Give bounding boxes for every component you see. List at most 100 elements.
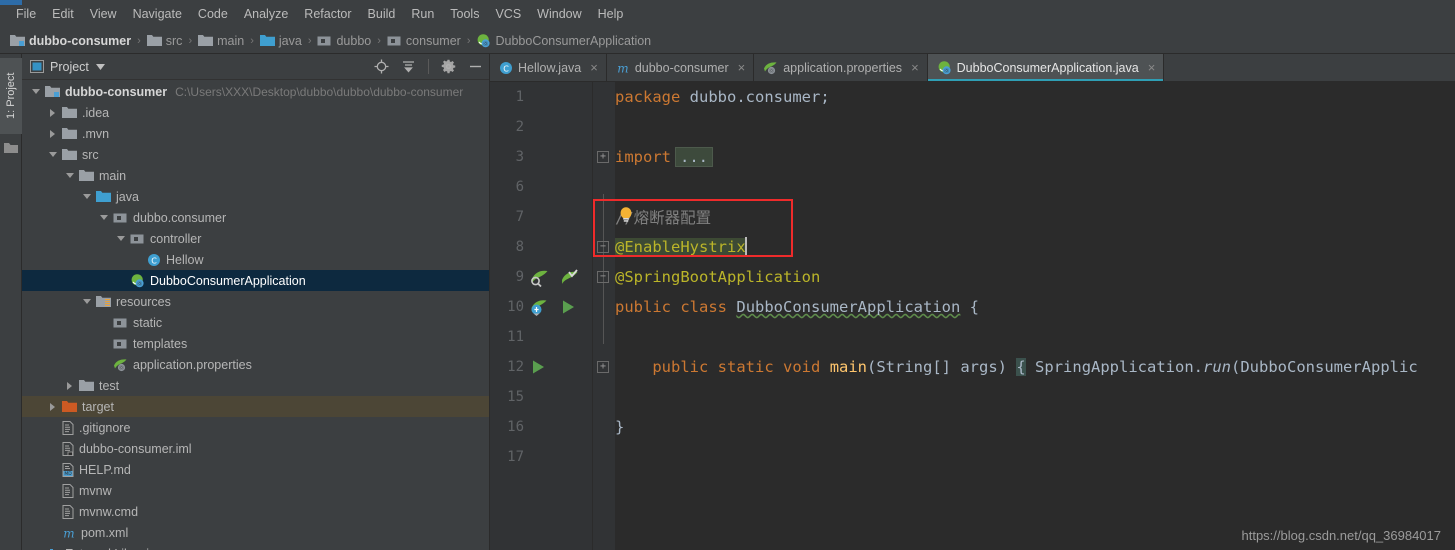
tree-node-controller[interactable]: controller — [22, 228, 489, 249]
tree-node-mvnw-cmd[interactable]: mvnw.cmd — [22, 501, 489, 522]
menu-item-view[interactable]: View — [82, 4, 125, 24]
menu-item-file[interactable]: File — [8, 4, 44, 24]
intention-bulb-icon[interactable] — [618, 206, 634, 228]
tree-node-target[interactable]: target — [22, 396, 489, 417]
code-line-6-blank[interactable] — [593, 172, 1455, 202]
tool-window-tab-project[interactable]: 1: Project — [0, 58, 22, 134]
tree-node-help-md[interactable]: MD HELP.md — [22, 459, 489, 480]
chevron-down-icon[interactable] — [115, 232, 128, 245]
gutter-row-2[interactable]: 2 — [490, 112, 592, 142]
breadcrumb-item-consumer[interactable]: consumer — [385, 34, 463, 48]
close-icon[interactable]: × — [590, 60, 598, 75]
gutter-row-11[interactable]: 11 — [490, 322, 592, 352]
editor-tab-application-properties[interactable]: ⓪ application.properties × — [754, 54, 928, 81]
run-arrow-icon[interactable] — [530, 358, 547, 381]
close-icon[interactable]: × — [738, 60, 746, 75]
gutter-row-10[interactable]: 10 — [490, 292, 592, 322]
gutter-row-3[interactable]: 3 — [490, 142, 592, 172]
close-icon[interactable]: × — [911, 60, 919, 75]
menu-item-vcs[interactable]: VCS — [487, 4, 529, 24]
folder-icon[interactable] — [4, 142, 18, 154]
gutter-row-1[interactable]: 1 — [490, 82, 592, 112]
menu-item-code[interactable]: Code — [190, 4, 236, 24]
gutter-row-7[interactable]: 7 — [490, 202, 592, 232]
tree-node-test[interactable]: test — [22, 375, 489, 396]
tree-node-application-properties[interactable]: ⓪ application.properties — [22, 354, 489, 375]
code-line-17-blank[interactable] — [593, 442, 1455, 472]
tree-node--idea[interactable]: .idea — [22, 102, 489, 123]
tree-node-java[interactable]: java — [22, 186, 489, 207]
minimize-icon[interactable] — [468, 59, 483, 74]
tree-node-dubbo-consumer[interactable]: dubbo.consumer — [22, 207, 489, 228]
run-arrow-icon[interactable] — [560, 298, 577, 321]
chevron-down-icon[interactable] — [30, 85, 43, 98]
tree-node-hellow[interactable]: C Hellow — [22, 249, 489, 270]
code-line-2-blank[interactable] — [593, 112, 1455, 142]
chevron-down-icon[interactable] — [64, 169, 77, 182]
tree-node-src[interactable]: src — [22, 144, 489, 165]
spring-config-icon[interactable] — [530, 298, 549, 322]
tree-node--mvn[interactable]: .mvn — [22, 123, 489, 144]
gutter-row-6[interactable]: 6 — [490, 172, 592, 202]
breadcrumb-item-java[interactable]: java — [258, 34, 304, 48]
menu-item-navigate[interactable]: Navigate — [125, 4, 190, 24]
menu-item-refactor[interactable]: Refactor — [296, 4, 359, 24]
editor-tab-dubboconsumerapplication-java[interactable]: ⓪ DubboConsumerApplication.java × — [927, 54, 1165, 81]
menu-item-edit[interactable]: Edit — [44, 4, 82, 24]
chevron-down-icon[interactable] — [95, 63, 105, 70]
chevron-down-icon[interactable] — [81, 190, 94, 203]
gutter-row-9[interactable]: 9 — [490, 262, 592, 292]
code-line-3-import[interactable]: + import ... — [593, 142, 1455, 172]
tree-node-pom-xml[interactable]: m pom.xml — [22, 522, 489, 543]
menu-item-tools[interactable]: Tools — [442, 4, 487, 24]
menu-item-build[interactable]: Build — [360, 4, 404, 24]
gutter-row-16[interactable]: 16 — [490, 412, 592, 442]
spring-bean-check-icon[interactable] — [560, 268, 579, 292]
tree-node-dubboconsumerapplication[interactable]: ⓪ DubboConsumerApplication — [22, 270, 489, 291]
chevron-down-icon[interactable] — [81, 295, 94, 308]
menu-item-analyze[interactable]: Analyze — [236, 4, 296, 24]
menu-item-help[interactable]: Help — [590, 4, 632, 24]
editor-tab-dubbo-consumer[interactable]: m dubbo-consumer × — [607, 54, 755, 81]
collapse-all-icon[interactable] — [401, 59, 416, 74]
chevron-down-icon[interactable] — [98, 211, 111, 224]
code-line-15-blank[interactable] — [593, 382, 1455, 412]
code-line-1[interactable]: package dubbo. consumer; — [593, 82, 1455, 112]
chevron-right-icon[interactable] — [64, 379, 77, 392]
breadcrumb-item-main[interactable]: main — [196, 34, 246, 48]
breadcrumb-item-src[interactable]: src — [145, 34, 185, 48]
gutter-row-17[interactable]: 17 — [490, 442, 592, 472]
gutter-row-8[interactable]: 8 — [490, 232, 592, 262]
code-line-9-annotation[interactable]: − @SpringBootApplication — [593, 262, 1455, 292]
menu-item-run[interactable]: Run — [403, 4, 442, 24]
breadcrumb-item-dubbo-consumer[interactable]: dubbo-consumer — [8, 34, 133, 48]
tree-node-templates[interactable]: templates — [22, 333, 489, 354]
fold-collapse-icon[interactable]: − — [597, 241, 609, 253]
gear-icon[interactable] — [441, 59, 456, 74]
tree-node-resources[interactable]: resources — [22, 291, 489, 312]
editor-gutter[interactable]: 1 2 3 6 7 8 9 10 11 12 15 16 17 — [490, 82, 592, 550]
folded-imports-placeholder[interactable]: ... — [675, 147, 713, 167]
editor-tab-hellow-java[interactable]: C Hellow.java × — [490, 54, 607, 81]
tree-node-dubbo-consumer-iml[interactable]: dubbo-consumer.iml — [22, 438, 489, 459]
tree-node-mvnw[interactable]: mvnw — [22, 480, 489, 501]
code-line-10-class-decl[interactable]: public class DubboConsumerApplication { — [593, 292, 1455, 322]
spring-bean-search-icon[interactable] — [530, 268, 549, 292]
tree-node--gitignore[interactable]: .gitignore — [22, 417, 489, 438]
fold-expand-icon-main[interactable]: + — [597, 361, 609, 373]
tree-node-main[interactable]: main — [22, 165, 489, 186]
breadcrumb-item-dubbo[interactable]: dubbo — [315, 34, 373, 48]
code-line-16-close-brace[interactable]: } — [593, 412, 1455, 442]
project-tree[interactable]: dubbo-consumer C:\Users\XXX\Desktop\dubbo… — [22, 80, 489, 550]
fold-expand-icon[interactable]: + — [597, 151, 609, 163]
tree-node-dubbo-consumer[interactable]: dubbo-consumer C:\Users\XXX\Desktop\dubbo… — [22, 81, 489, 102]
gutter-row-12[interactable]: 12 — [490, 352, 592, 382]
locate-icon[interactable] — [374, 59, 389, 74]
chevron-right-icon[interactable] — [47, 106, 60, 119]
close-icon[interactable]: × — [1148, 60, 1156, 75]
code-line-12-main-method[interactable]: + public static void main (String[] args)… — [593, 352, 1455, 382]
chevron-right-icon[interactable] — [47, 400, 60, 413]
tree-node-external-libraries[interactable]: External Libraries — [22, 543, 489, 550]
fold-collapse-icon-2[interactable]: − — [597, 271, 609, 283]
chevron-right-icon[interactable] — [47, 127, 60, 140]
